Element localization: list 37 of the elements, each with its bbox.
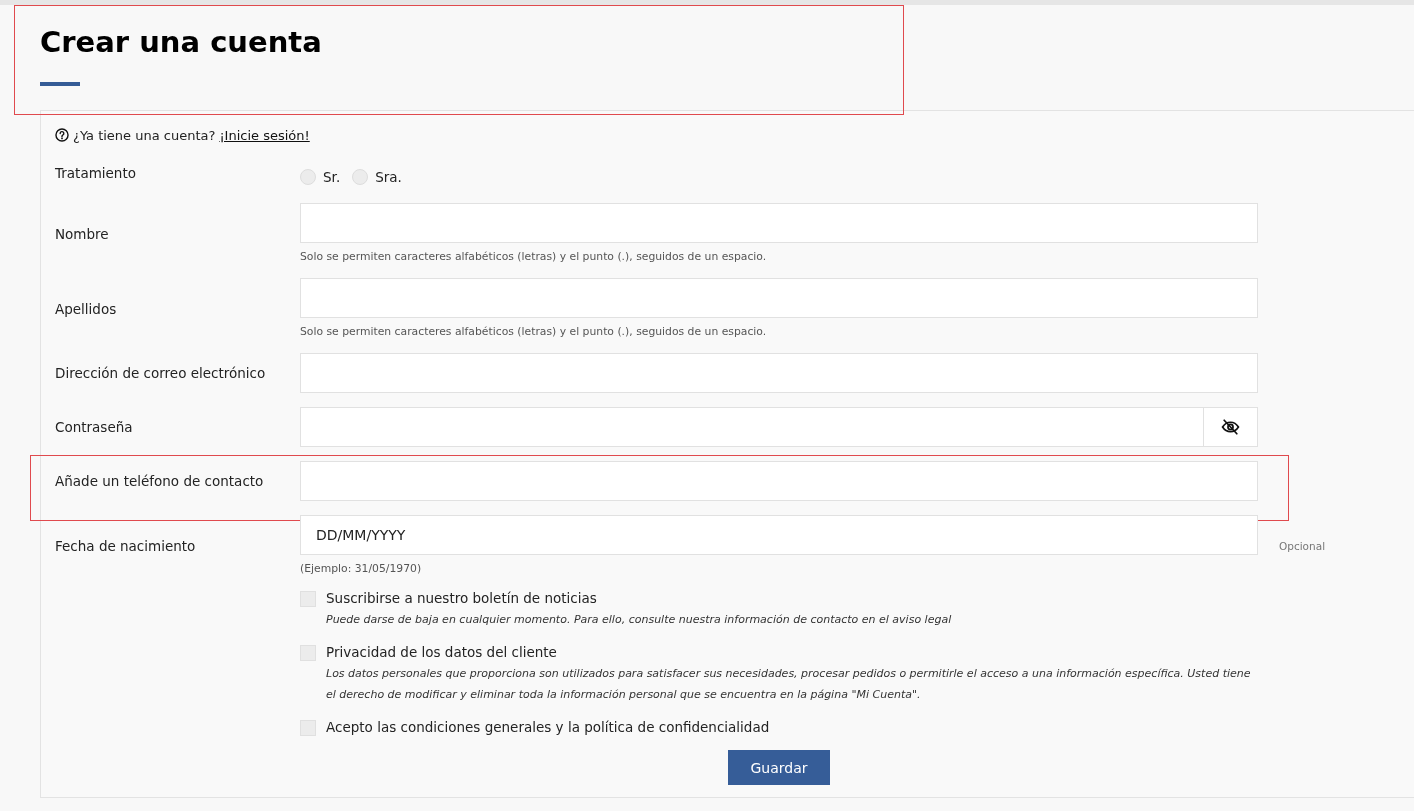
text-field[interactable] bbox=[300, 203, 1258, 243]
page-title: Crear una cuenta bbox=[40, 25, 322, 59]
title-accent-bar bbox=[40, 82, 80, 86]
save-button[interactable]: Guardar bbox=[728, 750, 830, 785]
field-label: Fecha de nacimiento bbox=[55, 536, 197, 555]
checkbox-label: Acepto las condiciones generales y la política de confidencialidad bbox=[326, 719, 771, 736]
text-field[interactable]: DD/MM/YYYY bbox=[300, 515, 1258, 555]
optional-note: Opcional bbox=[1278, 539, 1327, 552]
field-label: Tratamiento bbox=[55, 164, 137, 182]
show-password-button[interactable] bbox=[1203, 407, 1258, 447]
login-prompt-text: ¿Ya tiene una cuenta? bbox=[73, 126, 216, 144]
checkbox-hint: Puede darse de baja en cualquier momento. Para ello, consulte nuestra información de contacto en el aviso legal bbox=[326, 612, 953, 628]
checkbox-label: Privacidad de los datos del cliente bbox=[326, 644, 558, 661]
text-field[interactable] bbox=[300, 353, 1258, 393]
text-field[interactable] bbox=[300, 278, 1258, 318]
checkbox[interactable] bbox=[300, 591, 316, 607]
field-label: Contraseña bbox=[55, 418, 134, 436]
checkbox[interactable] bbox=[300, 720, 316, 736]
radio-label: Sr. bbox=[323, 169, 341, 185]
checkbox-hint: Los datos personales que proporciona son utilizados para satisfacer sus necesidades, procesar pedidos o permitirle el acceso a una información específica. Usted tiene el derecho de modificar y eliminar toda la información personal que se encuentra en la página "Mi Cuenta". bbox=[326, 666, 1252, 703]
field-hint: (Ejemplo: 31/05/1970) bbox=[300, 561, 423, 576]
checkbox[interactable] bbox=[300, 645, 316, 661]
radio-label: Sra. bbox=[375, 169, 402, 185]
password-field[interactable] bbox=[300, 407, 1203, 447]
question-circle-icon bbox=[55, 128, 69, 142]
field-hint: Solo se permiten caracteres alfabéticos (letras) y el punto (.), seguidos de un espacio. bbox=[300, 324, 768, 339]
sign-in-link[interactable]: ¡Inicie sesión! bbox=[219, 126, 310, 144]
eye-slash-icon bbox=[1221, 419, 1240, 435]
checkbox-label: Suscribirse a nuestro boletín de noticias bbox=[326, 590, 598, 607]
radio-button[interactable] bbox=[300, 169, 316, 185]
radio-button[interactable] bbox=[352, 169, 369, 185]
field-label: Dirección de correo electrónico bbox=[55, 364, 267, 382]
field-label: Nombre bbox=[55, 224, 110, 243]
field-label: Apellidos bbox=[55, 299, 118, 318]
text-field[interactable] bbox=[300, 461, 1258, 501]
field-label: Añade un teléfono de contacto bbox=[55, 472, 265, 490]
field-hint: Solo se permiten caracteres alfabéticos (letras) y el punto (.), seguidos de un espacio. bbox=[300, 249, 768, 264]
